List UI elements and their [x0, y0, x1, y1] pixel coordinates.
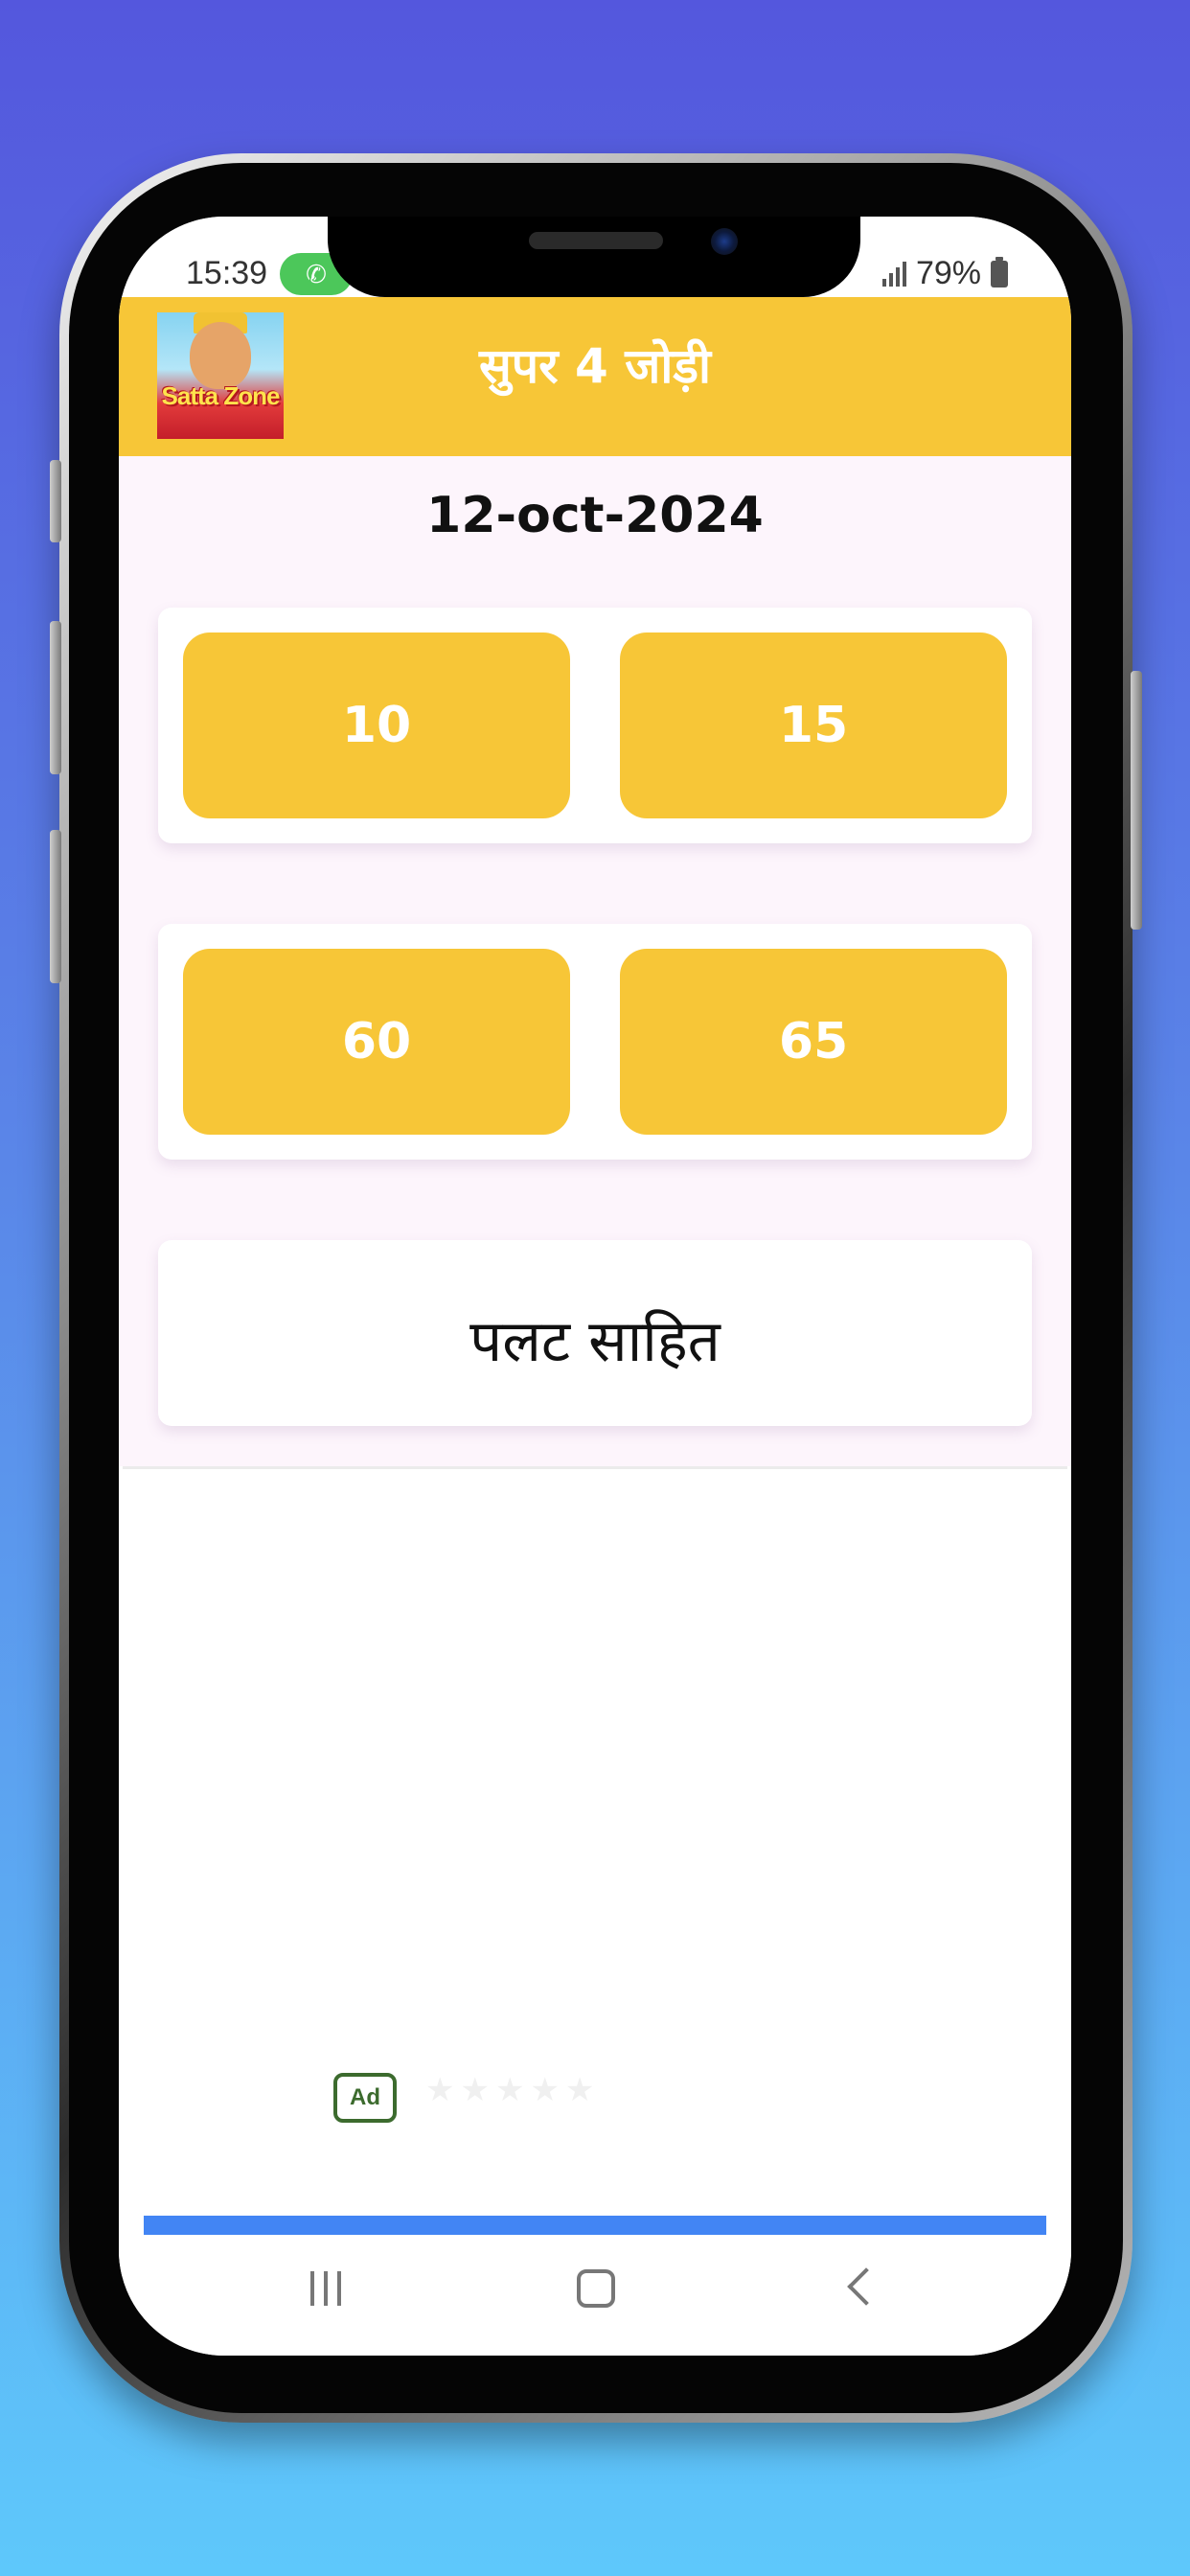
signal-icon [881, 261, 906, 287]
front-camera [711, 228, 738, 255]
power-button [1131, 671, 1142, 930]
ad-cta-bar[interactable] [144, 2216, 1046, 2235]
volume-down-button [50, 621, 61, 774]
number-button[interactable]: 60 [183, 949, 570, 1135]
ad-badge: Ad [333, 2073, 397, 2123]
number-button[interactable]: 15 [620, 632, 1007, 818]
palat-label: पलट साहित [469, 1308, 721, 1375]
battery-percent: 79% [915, 255, 981, 291]
earpiece-speaker [529, 232, 663, 249]
volume-up-button [50, 460, 61, 542]
number-button[interactable]: 10 [183, 632, 570, 818]
number-button[interactable]: 65 [620, 949, 1007, 1135]
status-indicators: 79% [881, 255, 1008, 292]
number-card-row-2: 60 65 [158, 924, 1032, 1160]
date-label: 12-oct-2024 [426, 487, 764, 544]
system-nav-bar [119, 2235, 1071, 2356]
app-bar: Satta Zone सुपर 4 जोड़ी [119, 297, 1071, 456]
battery-icon [991, 256, 1008, 288]
phone-screen: 15:39 ✆ 79% Satta Zone सुपर 4 जोड़ी 12-o… [119, 217, 1071, 2356]
notch [328, 217, 860, 297]
ad-banner[interactable]: Ad ★★★★★ [123, 1466, 1067, 2140]
page-title: सुपर 4 जोड़ी [478, 338, 711, 394]
rating-stars-icon: ★★★★★ [425, 2071, 601, 2109]
recent-apps-icon[interactable] [310, 2271, 341, 2306]
back-icon[interactable] [847, 2267, 885, 2306]
number-card-row-1: 10 15 [158, 608, 1032, 843]
main-content: 12-oct-2024 10 15 60 65 पलट साहित [119, 456, 1071, 1466]
palat-card[interactable]: पलट साहित [158, 1240, 1032, 1426]
home-icon[interactable] [577, 2269, 615, 2308]
silent-switch [50, 830, 61, 983]
status-time: 15:39 [186, 255, 268, 291]
